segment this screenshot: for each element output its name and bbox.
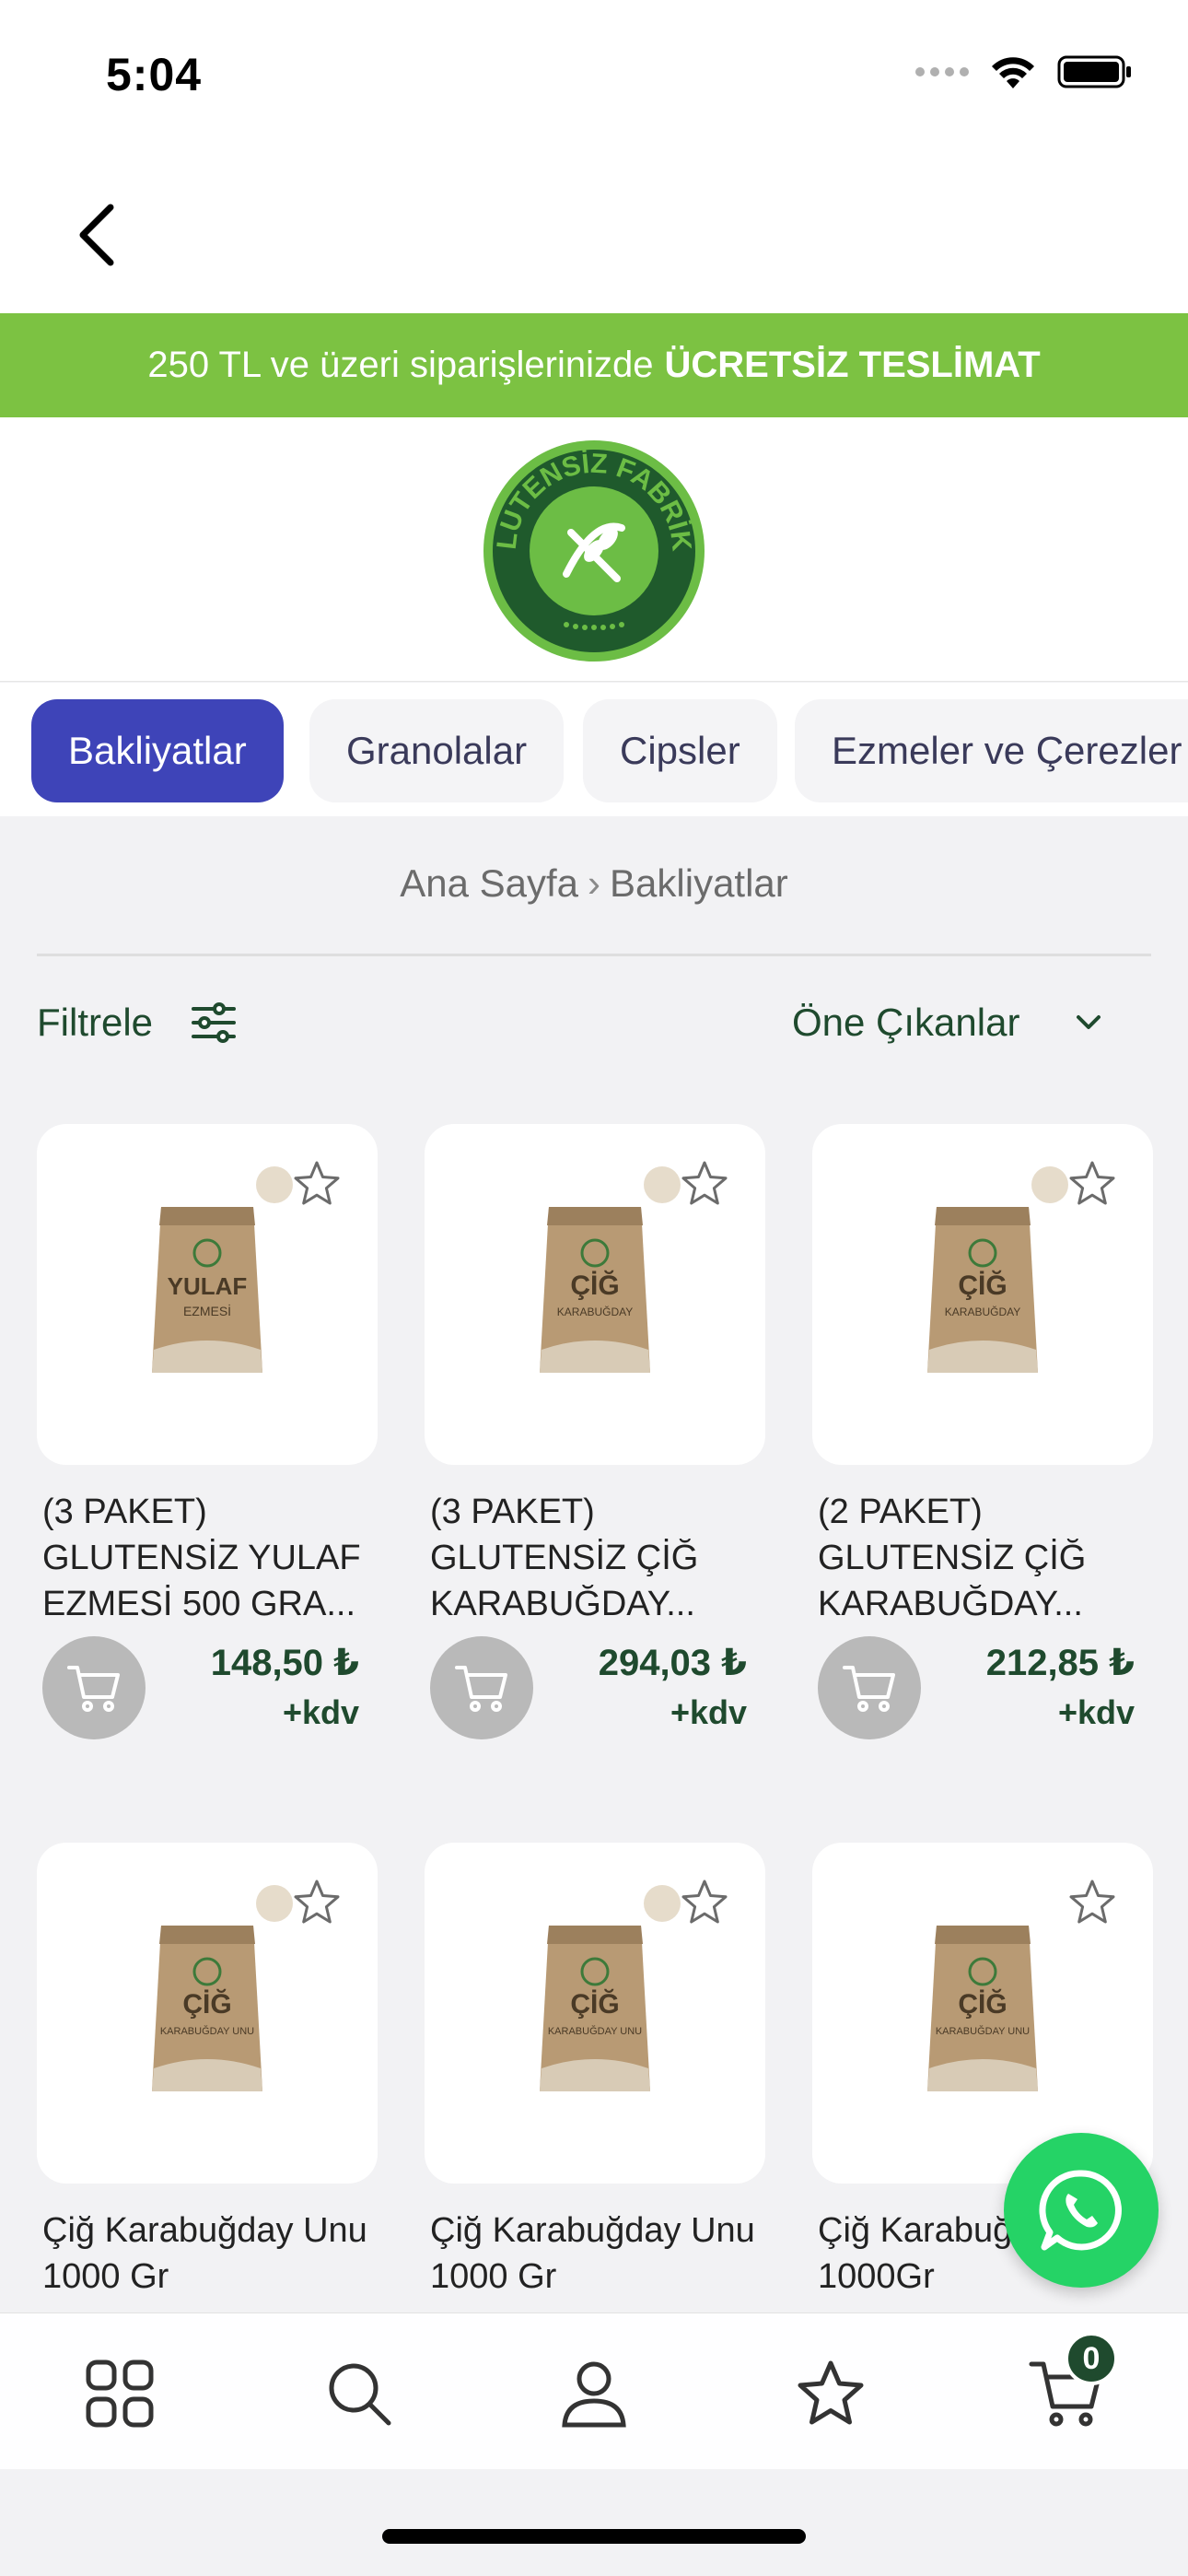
- promo-banner: 250 TL ve üzeri siparişlerinizde ÜCRETSİ…: [0, 313, 1188, 417]
- filter-label: Filtrele: [37, 1001, 154, 1044]
- svg-text:KARABUĞDAY UNU: KARABUĞDAY UNU: [936, 2025, 1030, 2037]
- nav-bar: [0, 157, 1188, 313]
- product-image[interactable]: ÇİĞ KARABUĞDAY: [812, 1124, 1153, 1465]
- product-card[interactable]: ÇİĞ KARABUĞDAY UNU Çiğ Karabuğday Unu 10…: [37, 1843, 378, 2346]
- discount-badge: [1031, 1166, 1068, 1203]
- home-indicator-area: [0, 2469, 1188, 2576]
- wifi-icon: [992, 57, 1034, 88]
- category-bar: Bakliyatlar Granolalar Cipsler Ezmeler v…: [0, 683, 1188, 816]
- svg-text:YULAF: YULAF: [168, 1272, 248, 1300]
- breadcrumb: Ana Sayfa › Bakliyatlar: [0, 861, 1188, 906]
- cart-count-badge: 0: [1065, 2332, 1118, 2385]
- battery-icon: [1057, 55, 1131, 88]
- whatsapp-icon: [1039, 2170, 1122, 2251]
- tab-account[interactable]: [553, 2352, 635, 2435]
- breadcrumb-current: Bakliyatlar: [610, 861, 788, 905]
- category-cipsler[interactable]: Cipsler: [583, 699, 777, 802]
- svg-text:KARABUĞDAY: KARABUĞDAY: [557, 1305, 633, 1318]
- product-card[interactable]: ÇİĞ KARABUĞDAY (2 PAKET) GLUTENSİZ ÇİĞ K…: [812, 1124, 1153, 1756]
- product-image[interactable]: YULAF EZMESİ: [37, 1124, 378, 1465]
- svg-text:ÇİĞ: ÇİĞ: [182, 1988, 231, 2020]
- grid-icon: [86, 2359, 154, 2428]
- category-granolalar[interactable]: Granolalar: [309, 699, 565, 802]
- svg-text:KARABUĞDAY UNU: KARABUĞDAY UNU: [160, 2025, 254, 2037]
- svg-text:ÇİĞ: ÇİĞ: [570, 1270, 619, 1301]
- logo-area: GLUTENSİZ FABRİKA: [0, 412, 1188, 682]
- product-price: 294,03 ₺: [598, 1643, 747, 1683]
- product-card[interactable]: ÇİĞ KARABUĞDAY (3 PAKET) GLUTENSİZ ÇİĞ K…: [425, 1124, 765, 1756]
- back-button[interactable]: [55, 193, 138, 276]
- cart-icon: [455, 1666, 507, 1712]
- whatsapp-button[interactable]: [1004, 2133, 1159, 2288]
- product-price: 212,85 ₺: [985, 1643, 1135, 1683]
- svg-text:KARABUĞDAY UNU: KARABUĞDAY UNU: [548, 2025, 642, 2037]
- star-icon[interactable]: [679, 1878, 730, 1927]
- product-card[interactable]: ÇİĞ KARABUĞDAY UNU Çiğ Karabuğday Unu 10…: [425, 1843, 765, 2346]
- star-icon[interactable]: [1066, 1159, 1118, 1209]
- tab-favorites[interactable]: [789, 2352, 872, 2435]
- bottom-tab-bar: 0: [0, 2313, 1188, 2469]
- search-icon: [329, 2363, 391, 2426]
- divider: [37, 954, 1151, 956]
- discount-badge: [644, 1166, 681, 1203]
- add-to-cart-button[interactable]: [818, 1636, 921, 1739]
- product-card[interactable]: YULAF EZMESİ (3 PAKET) GLUTENSİZ YULAF E…: [37, 1124, 378, 1756]
- svg-text:ÇİĞ: ÇİĞ: [958, 1270, 1007, 1301]
- chevron-left-icon: [79, 204, 114, 266]
- tab-cart[interactable]: 0: [1024, 2332, 1118, 2435]
- sliders-icon: [192, 1002, 237, 1043]
- category-bakliyatlar[interactable]: Bakliyatlar: [31, 699, 284, 802]
- signal-icon: [915, 67, 969, 76]
- filter-button[interactable]: Filtrele: [37, 995, 238, 1050]
- sort-dropdown[interactable]: Öne Çıkanlar: [792, 995, 1102, 1050]
- product-image[interactable]: ÇİĞ KARABUĞDAY UNU: [812, 1843, 1153, 2184]
- breadcrumb-home[interactable]: Ana Sayfa: [400, 861, 578, 905]
- product-price: 148,50 ₺: [210, 1643, 359, 1683]
- product-name[interactable]: (3 PAKET) GLUTENSİZ YULAF EZMESİ 500 GRA…: [37, 1489, 378, 1627]
- star-icon[interactable]: [291, 1878, 343, 1927]
- home-indicator[interactable]: [382, 2529, 806, 2544]
- status-bar: 5:04: [0, 0, 1188, 157]
- add-to-cart-button[interactable]: [430, 1636, 533, 1739]
- sort-label: Öne Çıkanlar: [792, 1001, 1020, 1044]
- svg-text:ÇİĞ: ÇİĞ: [958, 1988, 1007, 2020]
- discount-badge: [256, 1166, 293, 1203]
- status-time: 5:04: [106, 49, 203, 100]
- product-name[interactable]: (3 PAKET) GLUTENSİZ ÇİĞ KARABUĞDAY...: [425, 1489, 765, 1627]
- svg-text:KARABUĞDAY: KARABUĞDAY: [945, 1305, 1020, 1318]
- user-icon: [562, 2361, 626, 2428]
- promo-text: 250 TL ve üzeri siparişlerinizde: [147, 345, 654, 385]
- chevron-down-icon: [1077, 1015, 1101, 1029]
- breadcrumb-separator: ›: [588, 861, 601, 905]
- brand-logo[interactable]: GLUTENSİZ FABRİKA: [468, 412, 709, 666]
- svg-text:EZMESİ: EZMESİ: [183, 1303, 231, 1318]
- promo-highlight: ÜCRETSİZ TESLİMAT: [664, 345, 1041, 385]
- product-image[interactable]: ÇİĞ KARABUĞDAY UNU: [37, 1843, 378, 2184]
- discount-badge: [256, 1885, 293, 1922]
- add-to-cart-button[interactable]: [42, 1636, 146, 1739]
- product-tax: +kdv: [1057, 1693, 1135, 1731]
- star-icon[interactable]: [1066, 1878, 1118, 1927]
- star-icon[interactable]: [291, 1159, 343, 1209]
- star-icon[interactable]: [679, 1159, 730, 1209]
- product-tax: +kdv: [282, 1693, 359, 1731]
- product-name[interactable]: (2 PAKET) GLUTENSİZ ÇİĞ KARABUĞDAY...: [812, 1489, 1153, 1627]
- product-image[interactable]: ÇİĞ KARABUĞDAY: [425, 1124, 765, 1465]
- tab-search[interactable]: [318, 2352, 401, 2435]
- star-icon: [798, 2360, 864, 2425]
- product-tax: +kdv: [670, 1693, 747, 1731]
- status-icons: [915, 53, 1133, 90]
- cart-icon: [67, 1666, 120, 1712]
- product-image[interactable]: ÇİĞ KARABUĞDAY UNU: [425, 1843, 765, 2184]
- category-ezmeler[interactable]: Ezmeler ve Çerezler: [795, 699, 1188, 802]
- cart-icon: [843, 1666, 895, 1712]
- tab-categories[interactable]: [78, 2352, 161, 2435]
- svg-text:ÇİĞ: ÇİĞ: [570, 1988, 619, 2020]
- discount-badge: [644, 1885, 681, 1922]
